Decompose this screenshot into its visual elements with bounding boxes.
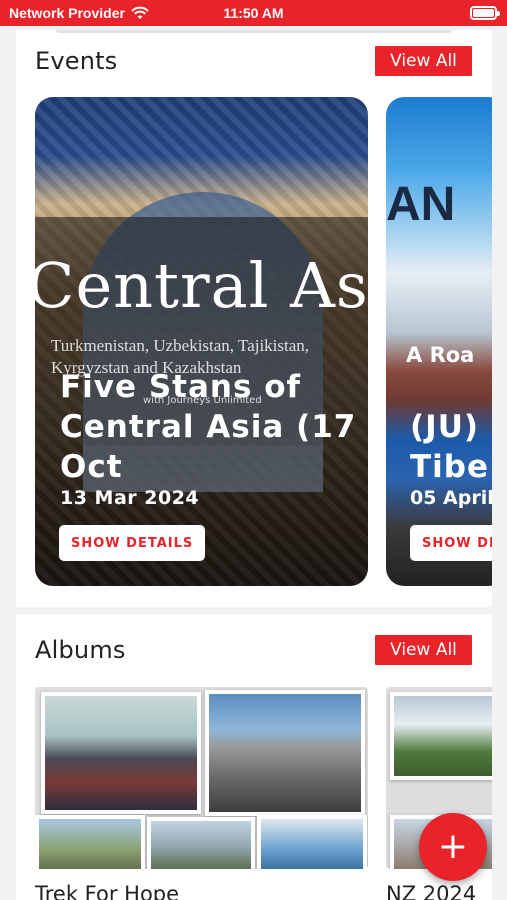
album-card[interactable] — [35, 687, 368, 869]
show-details-button[interactable]: SHOW DETAILS — [59, 525, 206, 561]
event-name: Five Stans of Central Asia (17 Oct — [60, 369, 357, 485]
album-name[interactable]: Trek For Hope — [35, 882, 179, 900]
events-section: Events View All Central Asia Turkmenista… — [16, 30, 492, 607]
event-photo — [386, 97, 492, 586]
add-button[interactable]: + — [419, 813, 487, 881]
album-photo — [257, 815, 367, 869]
album-name[interactable]: NZ 2024 — [386, 882, 476, 900]
divider — [56, 30, 452, 33]
event-card[interactable]: Central Asia Turkmenistan, Uzbekistan, T… — [35, 97, 368, 586]
album-photo — [390, 692, 492, 780]
events-title: Events — [35, 47, 118, 75]
event-date: 13 Mar 2024 — [60, 487, 200, 509]
album-photo — [205, 690, 365, 816]
album-photo — [147, 817, 255, 869]
albums-view-all-button[interactable]: View All — [375, 635, 472, 665]
plus-icon: + — [437, 826, 469, 867]
battery-icon — [470, 6, 500, 20]
poster-title: AN — [386, 178, 456, 231]
show-details-button[interactable]: SHOW DETAILS — [410, 525, 492, 561]
status-bar: Network Provider 11:50 AM — [0, 0, 507, 26]
events-view-all-button[interactable]: View All — [375, 46, 472, 76]
albums-title: Albums — [35, 636, 126, 664]
poster-title: Central Asia — [35, 249, 368, 322]
album-photo — [41, 692, 201, 814]
poster-subtitle: A Roa — [406, 343, 475, 367]
event-card[interactable]: AN A Roa (JU) Tibe 05 April SHOW DETAILS — [386, 97, 492, 586]
event-date: 05 April — [410, 487, 492, 509]
album-photo — [35, 815, 145, 869]
clock: 11:50 AM — [223, 5, 284, 21]
event-name: (JU) Tibe — [410, 409, 489, 485]
